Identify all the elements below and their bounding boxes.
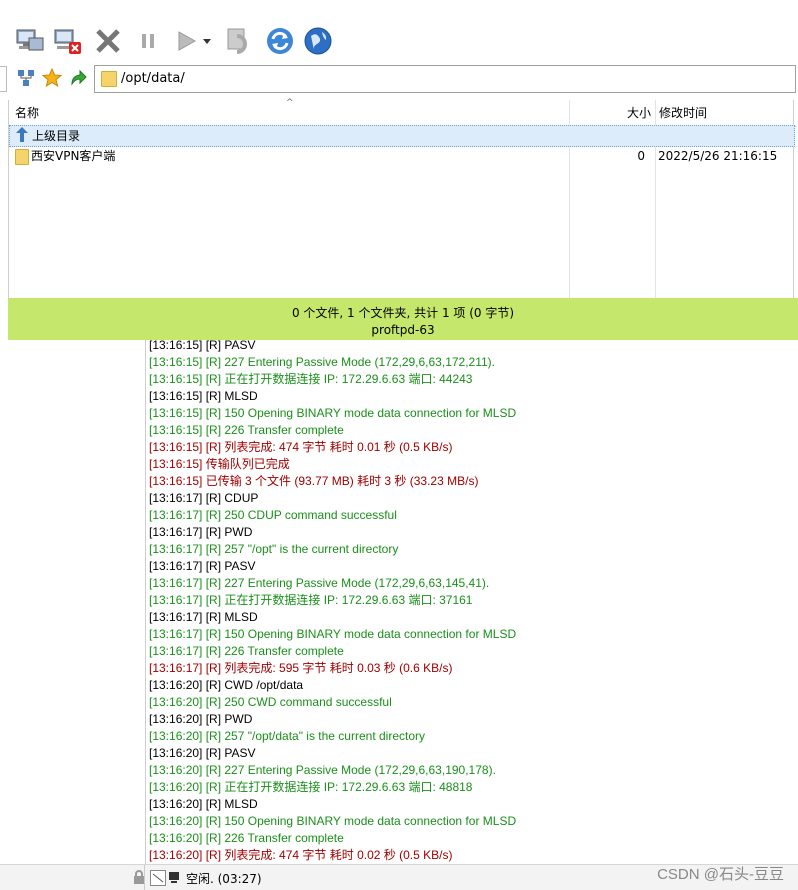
log-line: [13:16:20] [R] 257 "/opt/data" is the cu… [149, 729, 426, 743]
log-line: [13:16:20] [R] PASV [149, 746, 256, 760]
log-line: [13:16:15] [R] 226 Transfer complete [149, 423, 344, 437]
file-list: 名称 ^ 大小 修改时间 上级目录 西安VPN客户端 0 2022/5/26 2… [8, 98, 798, 298]
log-line: [13:16:17] [R] PWD [149, 525, 253, 539]
log-pane: [13:16:15] [R] PASV [13:16:15] [R] 227 En… [145, 340, 798, 864]
log-line: [13:16:17] [R] 正在打开数据连接 IP: 172.29.6.63 … [149, 593, 473, 607]
refresh-icon[interactable] [264, 24, 296, 58]
log-line: [13:16:20] [R] PWD [149, 712, 253, 726]
lock-icon [133, 870, 145, 884]
log-line: [13:16:20] [R] CWD /opt/data [149, 678, 304, 692]
server-name: proftpd-63 [371, 323, 435, 337]
file-size: 0 [637, 149, 645, 163]
list-item-parent-dir[interactable]: 上级目录 [9, 125, 795, 147]
stop-icon[interactable] [92, 24, 124, 58]
network-tree-icon[interactable] [16, 68, 36, 88]
log-line: [13:16:20] [R] 227 Entering Passive Mode… [149, 763, 496, 777]
file-name: 西安VPN客户端 [31, 149, 116, 163]
bottom-status-bar: 空闲. (03:27) CSDN @石头-豆豆 [0, 864, 798, 890]
pause-icon[interactable] [132, 24, 164, 58]
status-summary: 0 个文件, 1 个文件夹, 共计 1 项 (0 字节) [291, 306, 515, 320]
log-line: [13:16:15] [R] MLSD [149, 389, 258, 403]
file-modified: 2022/5/26 21:16:15 [658, 149, 778, 163]
folder-icon [15, 149, 29, 165]
path-field[interactable]: /opt/data/ [94, 65, 796, 93]
log-line: [13:16:20] [R] 列表完成: 474 字节 耗时 0.02 秒 (0… [149, 848, 453, 862]
log-line: [13:16:15] [R] PASV [149, 340, 256, 352]
log-line: [13:16:20] [R] 226 Transfer complete [149, 831, 344, 845]
log-line: [13:16:17] [R] 227 Entering Passive Mode… [149, 576, 490, 590]
log-line: [13:16:17] [R] 250 CDUP command successf… [149, 508, 397, 522]
list-item-folder[interactable]: 西安VPN客户端 0 2022/5/26 21:16:15 [9, 146, 793, 166]
log-line: [13:16:15] 已传输 3 个文件 (93.77 MB) 耗时 3 秒 (… [149, 474, 479, 488]
path-text: /opt/data/ [121, 71, 185, 86]
connection-status-icon [150, 870, 166, 886]
globe-icon[interactable] [302, 24, 334, 58]
computer-icon [168, 870, 180, 884]
watermark: CSDN @石头-豆豆 [657, 866, 784, 883]
favorites-star-icon[interactable] [41, 67, 63, 88]
toolbar [0, 0, 798, 63]
folder-icon [101, 71, 117, 87]
log-line: [13:16:15] [R] 227 Entering Passive Mode… [149, 355, 496, 369]
sort-ascending-icon: ^ [286, 98, 294, 108]
log-line: [13:16:15] [R] 150 Opening BINARY mode d… [149, 406, 517, 420]
left-pane [0, 340, 145, 864]
reconnect-icon[interactable] [224, 24, 256, 58]
log-line: [13:16:15] [R] 正在打开数据连接 IP: 172.29.6.63 … [149, 372, 473, 386]
log-line: [13:16:20] [R] 150 Opening BINARY mode d… [149, 814, 517, 828]
column-header-size-label: 大小 [626, 106, 651, 120]
up-arrow-icon [14, 127, 30, 143]
connect-icon[interactable] [14, 24, 46, 58]
column-header-size[interactable]: 大小 [569, 100, 655, 127]
log-line: [13:16:17] [R] MLSD [149, 610, 258, 624]
file-name: 上级目录 [32, 129, 81, 143]
log-line: [13:16:17] [R] 226 Transfer complete [149, 644, 344, 658]
log-line: [13:16:17] [R] 150 Opening BINARY mode d… [149, 627, 517, 641]
log-line: [13:16:15] [R] 列表完成: 474 字节 耗时 0.01 秒 (0… [149, 440, 453, 454]
address-bar: /opt/data/ [0, 62, 798, 98]
log-line: [13:16:17] [R] CDUP [149, 491, 259, 505]
log-line: [13:16:17] [R] PASV [149, 559, 256, 573]
disconnect-icon[interactable] [52, 24, 84, 58]
log-line: [13:16:17] [R] 257 "/opt" is the current… [149, 542, 399, 556]
column-header-modified[interactable]: 修改时间 [655, 100, 797, 127]
left-splitter[interactable] [0, 100, 9, 298]
file-list-status-bar: 0 个文件, 1 个文件夹, 共计 1 项 (0 字节) proftpd-63 [8, 298, 798, 340]
log-line: [13:16:20] [R] 250 CWD command successfu… [149, 695, 392, 709]
idle-status: 空闲. (03:27) [186, 872, 262, 886]
play-icon[interactable] [170, 24, 202, 58]
log-line: [13:16:20] [R] MLSD [149, 797, 258, 811]
log-line: [13:16:15] 传输队列已完成 [149, 457, 290, 471]
log-line: [13:16:20] [R] 正在打开数据连接 IP: 172.29.6.63 … [149, 780, 473, 794]
column-header-name-label: 名称 [15, 106, 40, 120]
column-header-modified-label: 修改时间 [659, 106, 708, 120]
go-up-arrow-icon[interactable] [68, 68, 88, 88]
dropdown-arrow-icon[interactable] [200, 24, 214, 58]
splitter-edge [0, 66, 7, 92]
log-line: [13:16:17] [R] 列表完成: 595 字节 耗时 0.03 秒 (0… [149, 661, 453, 675]
